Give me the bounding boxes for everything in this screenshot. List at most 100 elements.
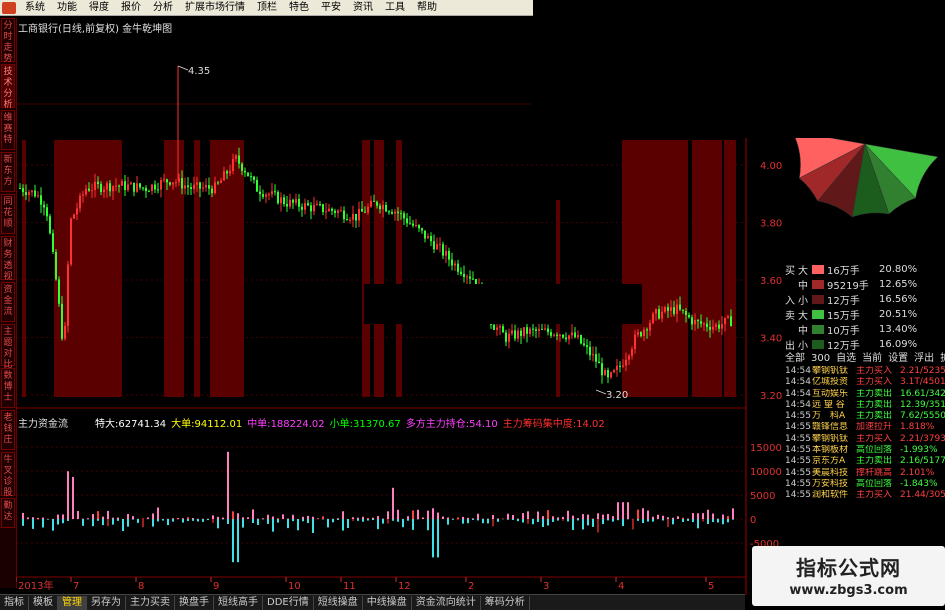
- bottom-tab-6[interactable]: 短线高手: [214, 596, 263, 610]
- bottom-tab-11[interactable]: 筹码分析: [481, 596, 530, 610]
- side-tab-3[interactable]: 新东方: [1, 152, 15, 192]
- flow-bar-negative: [52, 519, 54, 531]
- trade-row[interactable]: 14:55京东方A主力卖出2.16/5177: [785, 456, 945, 467]
- menu-item-news[interactable]: 资讯: [347, 0, 379, 15]
- side-tab-7[interactable]: 主题对比: [1, 324, 15, 366]
- candle-body: [655, 309, 657, 314]
- trade-row[interactable]: 14:55万 科A主力卖出7.62/5550: [785, 411, 945, 422]
- flow-bar-negative: [652, 519, 654, 522]
- flow-bar-positive: [267, 515, 269, 519]
- flow-bar-negative: [157, 519, 159, 521]
- menu-item-tools[interactable]: 工具: [379, 0, 411, 15]
- menu-item-degree[interactable]: 得度: [83, 0, 115, 15]
- bottom-tab-9[interactable]: 中线操盘: [363, 596, 412, 610]
- menu-item-topbar[interactable]: 顶栏: [251, 0, 283, 15]
- flow-bar-positive: [317, 518, 319, 519]
- menu-item-function[interactable]: 功能: [51, 0, 83, 15]
- bottom-tab-1[interactable]: 模板: [29, 596, 58, 610]
- monitor-toolbar-item-0[interactable]: 全部: [785, 352, 805, 366]
- side-tab-10[interactable]: 牛叉诊股: [1, 452, 15, 496]
- trade-row[interactable]: 14:55本钢板材高位回落-1.993%: [785, 445, 945, 456]
- menu-item-feature[interactable]: 特色: [283, 0, 315, 15]
- trade-value: 12.39/351: [900, 400, 945, 411]
- side-tab-11[interactable]: 勤达: [1, 498, 15, 528]
- flow-bar-positive: [362, 517, 364, 519]
- candle-body: [109, 183, 111, 191]
- side-tab-4[interactable]: 同花顺: [1, 194, 15, 234]
- trade-row[interactable]: 14:54互动娱乐主力卖出16.61/342: [785, 389, 945, 400]
- monitor-toolbar-item-5[interactable]: 浮出: [914, 352, 934, 366]
- flow-bar-negative: [697, 519, 699, 528]
- trade-row[interactable]: 14:55攀钢钒钛主力买入2.21/3793: [785, 434, 945, 445]
- candle-body: [421, 228, 423, 230]
- flow-bar-positive: [582, 514, 584, 519]
- candle-body: [25, 192, 27, 195]
- flow-bar-positive: [102, 517, 104, 519]
- menu-item-pingan[interactable]: 平安: [315, 0, 347, 15]
- trade-row[interactable]: 14:54攀钢钒钛主力买入2.21/5235: [785, 366, 945, 377]
- candle-body: [325, 211, 327, 212]
- flow-bar-negative: [632, 519, 634, 529]
- menu-item-help[interactable]: 帮助: [411, 0, 443, 15]
- candle-body: [346, 219, 348, 220]
- side-tab-1[interactable]: 技术分析: [1, 64, 15, 108]
- candle-body: [73, 214, 75, 218]
- bottom-tab-7[interactable]: DDE行情: [263, 596, 314, 610]
- side-tab-2[interactable]: 维赛特: [1, 110, 15, 150]
- bottom-tab-2[interactable]: 管理: [58, 596, 87, 610]
- trade-row[interactable]: 14:55赣锋信息加速拉升1.818%: [785, 422, 945, 433]
- trade-row[interactable]: 14:55万安科技高位回落-1.843%: [785, 479, 945, 490]
- side-tab-8[interactable]: 数博士: [1, 368, 15, 408]
- flow-bar-negative: [362, 519, 364, 522]
- flow-bar-negative: [277, 519, 279, 523]
- flow-bar-positive: [57, 515, 59, 519]
- trade-row[interactable]: 14:54远 望 谷主力卖出12.39/351: [785, 400, 945, 411]
- candle-body: [175, 182, 177, 183]
- bottom-tab-10[interactable]: 资金流向统计: [412, 596, 481, 610]
- x-axis-label: 2: [468, 581, 474, 592]
- menu-item-system[interactable]: 系统: [19, 0, 51, 15]
- legend-row: 卖大15万手20.51%: [785, 307, 945, 322]
- bottom-tab-8[interactable]: 短线操盘: [314, 596, 363, 610]
- flow-bar-negative: [122, 519, 124, 531]
- trade-row[interactable]: 14:55润和软件主力买入21.44/305: [785, 490, 945, 501]
- legend-side: 卖: [785, 307, 798, 322]
- side-tab-5[interactable]: 财务透视: [1, 236, 15, 280]
- flow-bar-negative: [192, 519, 194, 521]
- trade-value: 2.21/3793: [900, 434, 945, 445]
- flow-bar-positive: [342, 511, 344, 519]
- monitor-toolbar-item-6[interactable]: 扩大: [940, 352, 945, 366]
- side-tab-0[interactable]: 分时走势: [1, 18, 15, 62]
- trade-value: 21.44/305: [900, 490, 945, 501]
- flow-bar-negative: [532, 519, 534, 524]
- candle-body: [205, 185, 207, 187]
- monitor-toolbar-item-2[interactable]: 自选: [836, 352, 856, 366]
- flow-bar-positive: [542, 516, 544, 519]
- flow-bar-positive: [627, 502, 629, 519]
- monitor-toolbar-item-1[interactable]: 300: [811, 352, 830, 366]
- flow-bar-negative: [687, 519, 689, 521]
- bottom-tab-4[interactable]: 主力买卖: [126, 596, 175, 610]
- candle-body: [667, 307, 669, 311]
- monitor-toolbar-item-3[interactable]: 当前: [862, 352, 882, 366]
- bottom-tab-3[interactable]: 另存为: [87, 596, 126, 610]
- bottom-tab-5[interactable]: 换盘手: [175, 596, 214, 610]
- flow-bar-negative: [342, 519, 344, 531]
- kline-chart-area[interactable]: 4.003.803.603.403.204.353.20150001000050…: [16, 30, 786, 595]
- bottom-tab-0[interactable]: 指标: [0, 596, 29, 610]
- trade-time: 14:54: [785, 389, 812, 400]
- menu-item-extended-market[interactable]: 扩展市场行情: [179, 0, 251, 15]
- monitor-toolbar-item-4[interactable]: 设置: [888, 352, 908, 366]
- trade-row[interactable]: 14:54亿城投资主力买入3.1T/4501: [785, 377, 945, 388]
- side-tab-9[interactable]: 老钱庄: [1, 410, 15, 450]
- side-tab-6[interactable]: 资金流: [1, 282, 15, 322]
- menu-item-quote[interactable]: 报价: [115, 0, 147, 15]
- flow-bar-negative: [567, 519, 569, 521]
- menu-item-analysis[interactable]: 分析: [147, 0, 179, 15]
- trade-row[interactable]: 14:55美晨科技撑杆跳高2.101%: [785, 468, 945, 479]
- flow-bar-negative: [252, 519, 254, 523]
- trade-monitor-list: 14:54攀钢钒钛主力买入2.21/523514:54亿城投资主力买入3.1T/…: [785, 366, 945, 502]
- candle-body: [229, 171, 231, 174]
- flow-bar-negative: [637, 519, 639, 521]
- indicator-stat-value: 54.10: [469, 419, 498, 430]
